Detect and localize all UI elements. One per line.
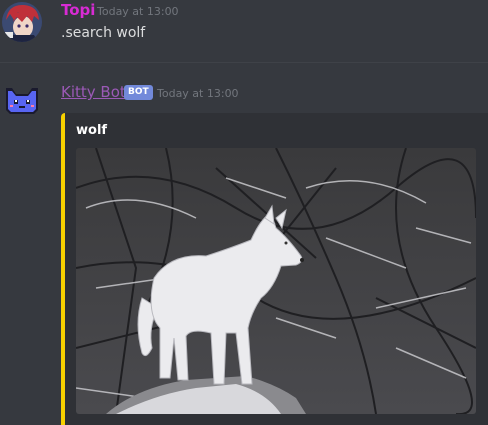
anime-avatar-icon — [2, 2, 42, 42]
embed: wolf — [61, 113, 488, 425]
embed-accent-bar — [61, 113, 65, 425]
user-avatar-topi[interactable] — [2, 2, 42, 42]
message-text: .search wolf — [61, 25, 146, 41]
username-kitty-bot[interactable]: Kitty Bot — [61, 83, 126, 101]
username-topi[interactable]: Topi — [61, 1, 95, 19]
timestamp-topi: Today at 13:00 — [97, 5, 179, 18]
pixel-cat-icon — [6, 88, 38, 114]
bot-badge: BOT — [124, 85, 153, 100]
embed-title: wolf — [76, 123, 108, 138]
timestamp-kitty-bot: Today at 13:00 — [157, 87, 239, 100]
message-topi: Topi Today at 13:00 .search wolf — [0, 0, 488, 62]
bot-avatar-kitty[interactable] — [2, 80, 42, 120]
wolf-photo-icon[interactable] — [76, 148, 476, 414]
